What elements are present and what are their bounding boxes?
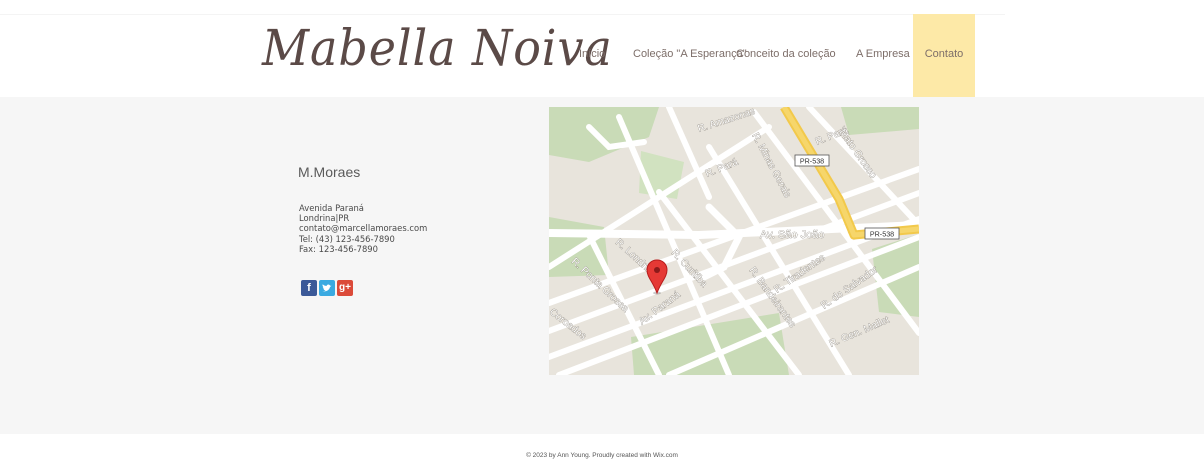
address-line: Avenida Paraná: [299, 203, 364, 213]
contact-section: M.Moraes Avenida Paraná Londrina|PR cont…: [0, 97, 1204, 434]
fax-line: Fax: 123-456-7890: [299, 243, 378, 254]
twitter-icon[interactable]: [319, 280, 335, 296]
highway-shield: PR-538: [864, 227, 900, 240]
nav-item-empresa[interactable]: A Empresa: [856, 14, 910, 97]
facebook-icon[interactable]: f: [301, 280, 317, 296]
site-logo[interactable]: Mabella Noiva: [262, 8, 612, 88]
map[interactable]: PR-538 PR-538 R. Amazonas R. Pará Mato G…: [549, 107, 919, 375]
google-plus-icon[interactable]: g+: [337, 280, 353, 296]
svg-text:PR-538: PR-538: [800, 157, 824, 166]
nav-item-contato[interactable]: Contato: [913, 14, 975, 97]
company-name: M.Moraes: [298, 164, 361, 180]
social-links: f g+: [301, 280, 353, 296]
svg-text:PR-538: PR-538: [870, 230, 894, 239]
email-link[interactable]: contato@marcellamoraes.com: [299, 223, 427, 233]
phone-line: Tel: (43) 123-456-7890: [299, 233, 395, 244]
highway-shield: PR-538: [794, 154, 830, 167]
street-label: Av. São João: [760, 229, 824, 241]
twitter-bird-icon: [322, 284, 332, 292]
nav-item-colecao[interactable]: Coleção "A Esperança": [633, 14, 747, 97]
divider: [0, 14, 1005, 15]
footer-text: © 2023 by Ann Young. Proudly created wit…: [526, 452, 678, 459]
nav-item-inicio[interactable]: Início: [579, 14, 605, 97]
city-line: Londrina|PR: [299, 213, 350, 224]
contact-details: Avenida Paraná Londrina|PR contato@marce…: [299, 203, 427, 254]
nav-item-conceito[interactable]: Conceito da coleção: [736, 14, 836, 97]
